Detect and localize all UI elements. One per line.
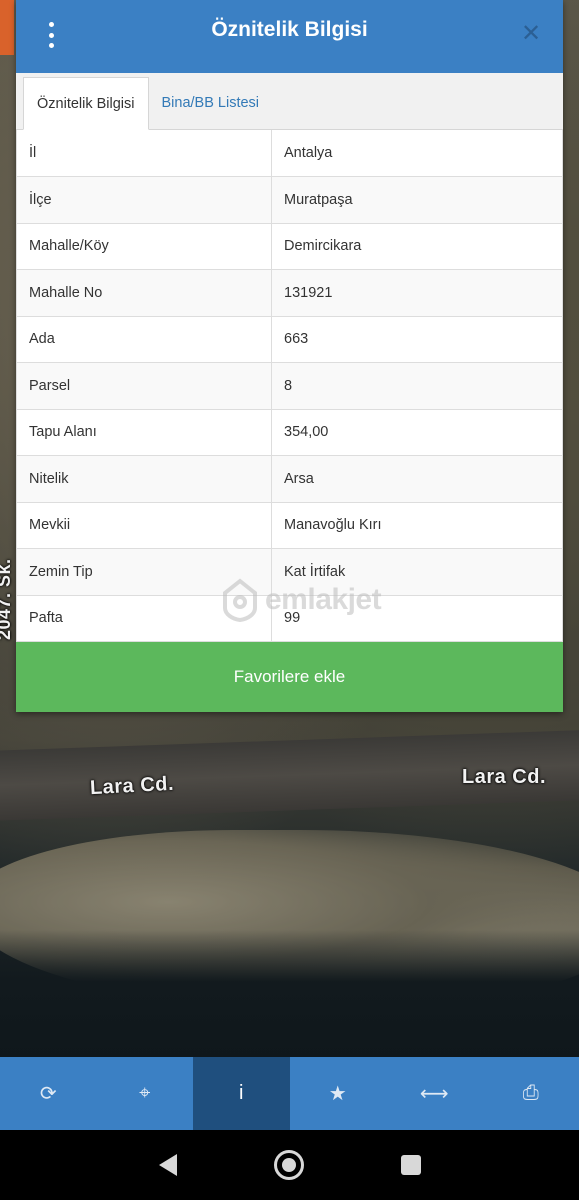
tab-attribute-info[interactable]: Öznitelik Bilgisi: [23, 77, 149, 130]
android-nav-bar: [0, 1130, 579, 1200]
attribute-key: İlçe: [16, 176, 272, 224]
refresh-icon[interactable]: ⟳: [0, 1057, 97, 1130]
attribute-key: Nitelik: [16, 455, 272, 503]
recents-icon[interactable]: [400, 1155, 421, 1175]
attribute-dialog: Öznitelik Bilgisi ✕ Öznitelik Bilgisi Bi…: [16, 0, 563, 712]
table-row: İlçe Muratpaşa: [16, 176, 563, 224]
attribute-table: İl Antalya İlçe Muratpaşa Mahalle/Köy Demirci…: [16, 130, 563, 642]
dot-icon: [48, 32, 54, 38]
tab-bar: Öznitelik Bilgisi Bina/BB Listesi: [16, 73, 563, 130]
attribute-key: Tapu Alanı: [16, 408, 272, 456]
table-row: Nitelik Arsa: [16, 455, 563, 503]
attribute-key: Mevkii: [16, 501, 272, 549]
table-row: Mevkii Manavoğlu Kırı: [16, 501, 563, 549]
dialog-header: Öznitelik Bilgisi ✕: [16, 0, 563, 73]
dot-icon: [48, 43, 54, 48]
close-icon[interactable]: ✕: [519, 22, 543, 46]
map-label-street: 2047. Sk.: [0, 558, 14, 640]
attribute-key: Pafta: [16, 594, 272, 642]
attribute-value: Arsa: [271, 455, 563, 503]
map-label-lara-right: Lara Cd.: [462, 766, 547, 788]
print-icon[interactable]: ⎙: [483, 1057, 579, 1130]
attribute-key: Parsel: [16, 362, 272, 410]
attribute-key: Mahalle No: [16, 269, 272, 317]
measure-icon[interactable]: ⟷: [386, 1057, 483, 1130]
table-row: Mahalle No 131921: [16, 269, 563, 317]
attribute-key: İl: [16, 130, 272, 177]
add-favorite-button[interactable]: Favorilere ekle: [16, 642, 563, 712]
attribute-value: 354,00: [271, 408, 563, 456]
table-row: Zemin Tip Kat İrtifak: [16, 548, 563, 596]
attribute-key: Mahalle/Köy: [16, 222, 272, 270]
dot-icon: [48, 22, 54, 27]
attribute-value: 8: [271, 362, 563, 410]
attribute-value: 131921: [271, 269, 563, 317]
map-sea: [0, 930, 579, 1057]
table-row: Ada 663: [16, 315, 563, 363]
table-row: Parsel 8: [16, 362, 563, 410]
back-icon[interactable]: [158, 1154, 177, 1176]
star-icon[interactable]: ★: [290, 1057, 387, 1130]
attribute-key: Ada: [16, 315, 272, 363]
attribute-key: Zemin Tip: [16, 548, 272, 596]
attribute-value: Kat İrtifak: [271, 548, 563, 596]
table-row: Pafta 99: [16, 594, 563, 642]
attribute-value: Demircikara: [271, 222, 563, 270]
attribute-value: 663: [271, 315, 563, 363]
tab-building-list[interactable]: Bina/BB Listesi: [149, 76, 273, 129]
attribute-value: Antalya: [271, 130, 563, 177]
home-icon[interactable]: [273, 1150, 304, 1180]
more-options-button[interactable]: [44, 22, 58, 48]
table-row: Tapu Alanı 354,00: [16, 408, 563, 456]
attribute-value: Manavoğlu Kırı: [271, 501, 563, 549]
info-icon[interactable]: i: [193, 1057, 290, 1130]
map-orange-marker: [0, 0, 14, 55]
attribute-value: 99: [271, 594, 563, 642]
table-row: Mahalle/Köy Demircikara: [16, 222, 563, 270]
map-label-lara-left: Lara Cd.: [89, 772, 175, 800]
table-row: İl Antalya: [16, 130, 563, 177]
attribute-value: Muratpaşa: [271, 176, 563, 224]
dialog-title: Öznitelik Bilgisi: [211, 17, 368, 41]
bottom-toolbar: ⟳ ⌖ i ★ ⟷ ⎙: [0, 1057, 579, 1130]
locate-icon[interactable]: ⌖: [97, 1057, 194, 1130]
